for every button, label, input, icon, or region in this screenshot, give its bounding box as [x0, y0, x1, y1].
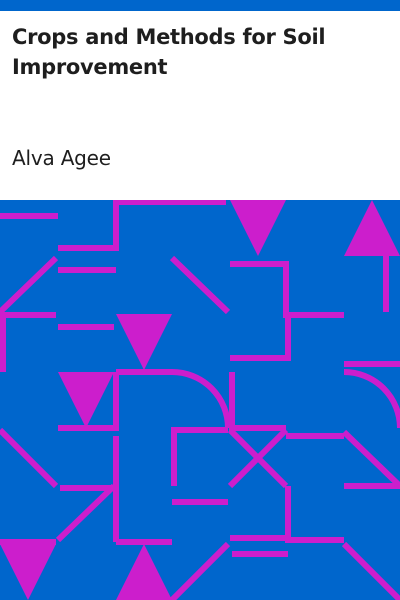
- cover-pattern-illustration: [0, 200, 400, 600]
- top-accent-bar: [0, 0, 400, 11]
- book-cover-page: { "cover": { "title": "Crops and Methods…: [0, 0, 400, 600]
- book-title: Crops and Methods for Soil Improvement: [12, 25, 326, 79]
- book-author: Alva Agee: [12, 146, 111, 170]
